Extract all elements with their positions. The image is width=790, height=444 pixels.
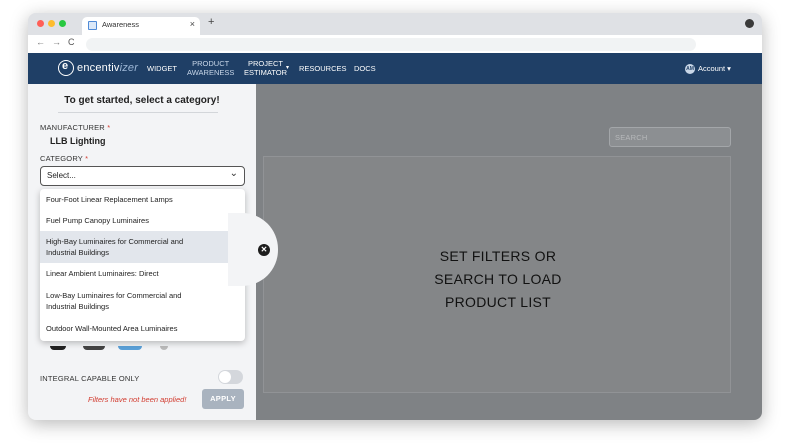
category-label: CATEGORY * (40, 154, 89, 163)
browser-toolbar: ← → C (28, 35, 762, 53)
filter-icon[interactable] (83, 346, 105, 350)
favicon-icon (88, 21, 97, 30)
nav-docs[interactable]: DOCS (354, 64, 376, 73)
category-option[interactable]: Four-Foot Linear Replacement Lamps (40, 189, 245, 210)
category-option[interactable]: Outdoor Wall-Mounted Area Luminaires (40, 318, 245, 340)
category-select-value: Select... (47, 171, 76, 180)
category-option[interactable]: Linear Ambient Luminaires: Direct (40, 263, 245, 284)
apply-button[interactable]: APPLY (202, 389, 244, 409)
integral-capable-toggle[interactable] (218, 370, 243, 384)
chevron-down-icon[interactable]: ▾ (286, 64, 289, 73)
category-option[interactable]: Low-Bay Luminaires for Commercial and Ind… (40, 284, 245, 318)
reload-icon[interactable]: C (68, 37, 75, 47)
browser-tab[interactable]: Awareness × (82, 17, 200, 35)
tab-title: Awareness (102, 20, 139, 29)
back-icon[interactable]: ← (36, 37, 45, 47)
app-navbar: e encentivizer WIDGET PRODUCT AWARENESS P… (28, 53, 762, 84)
empty-state-message: SET FILTERS OR SEARCH TO LOAD PRODUCT LI… (434, 248, 562, 310)
filter-icon-row (40, 346, 168, 354)
maximize-window-dot[interactable] (59, 20, 66, 27)
filter-icon[interactable] (118, 346, 142, 350)
nav-product-awareness[interactable]: PRODUCT AWARENESS (187, 59, 234, 77)
new-tab-icon[interactable]: + (208, 16, 214, 28)
category-option[interactable]: High-Bay Luminaires for Commercial and In… (40, 231, 245, 263)
account-menu[interactable]: Account ▾ (698, 64, 731, 73)
manufacturer-value: LLB Lighting (50, 136, 106, 146)
browser-window: Awareness × + ← → C e encentivizer WIDGE… (28, 13, 762, 420)
minimize-window-dot[interactable] (48, 20, 55, 27)
logo-text[interactable]: encentivizer (77, 62, 138, 74)
search-input[interactable]: SEARCH (609, 127, 731, 147)
sidebar-title: To get started, select a category! (64, 95, 220, 106)
filters-warning: Filters have not been applied! (88, 395, 187, 404)
nav-widget[interactable]: WIDGET (147, 64, 177, 73)
main-content-overlay: SEARCH SET FILTERS OR SEARCH TO LOAD PRO… (256, 84, 762, 420)
nav-resources[interactable]: RESOURCES (299, 64, 347, 73)
manufacturer-label: MANUFACTURER * (40, 123, 111, 132)
address-bar[interactable] (86, 38, 696, 51)
search-placeholder: SEARCH (615, 133, 648, 142)
nav-project-estimator[interactable]: PROJECT ESTIMATOR (244, 59, 287, 77)
toggle-knob (219, 371, 231, 383)
divider (58, 112, 218, 113)
close-icon[interactable]: ✕ (258, 244, 270, 256)
product-list-panel: SET FILTERS OR SEARCH TO LOAD PRODUCT LI… (263, 156, 731, 393)
profile-icon[interactable] (745, 19, 754, 28)
filter-icon[interactable] (50, 346, 66, 350)
filter-sidebar: To get started, select a category! MANUF… (28, 84, 256, 420)
tab-strip: Awareness × + (28, 13, 762, 35)
close-window-dot[interactable] (37, 20, 44, 27)
logo-icon[interactable]: e (58, 60, 74, 76)
avatar[interactable]: AM (685, 64, 695, 74)
category-dropdown: Four-Foot Linear Replacement Lamps Fuel … (40, 189, 245, 341)
category-select[interactable]: Select... ⌄ (40, 166, 245, 186)
forward-icon[interactable]: → (52, 37, 61, 47)
category-option[interactable]: Fuel Pump Canopy Luminaires (40, 210, 245, 231)
integral-capable-label: INTEGRAL CAPABLE ONLY (40, 374, 140, 383)
chevron-down-icon: ⌄ (229, 168, 238, 179)
close-tab-icon[interactable]: × (190, 19, 195, 29)
filter-icon[interactable] (160, 346, 168, 350)
